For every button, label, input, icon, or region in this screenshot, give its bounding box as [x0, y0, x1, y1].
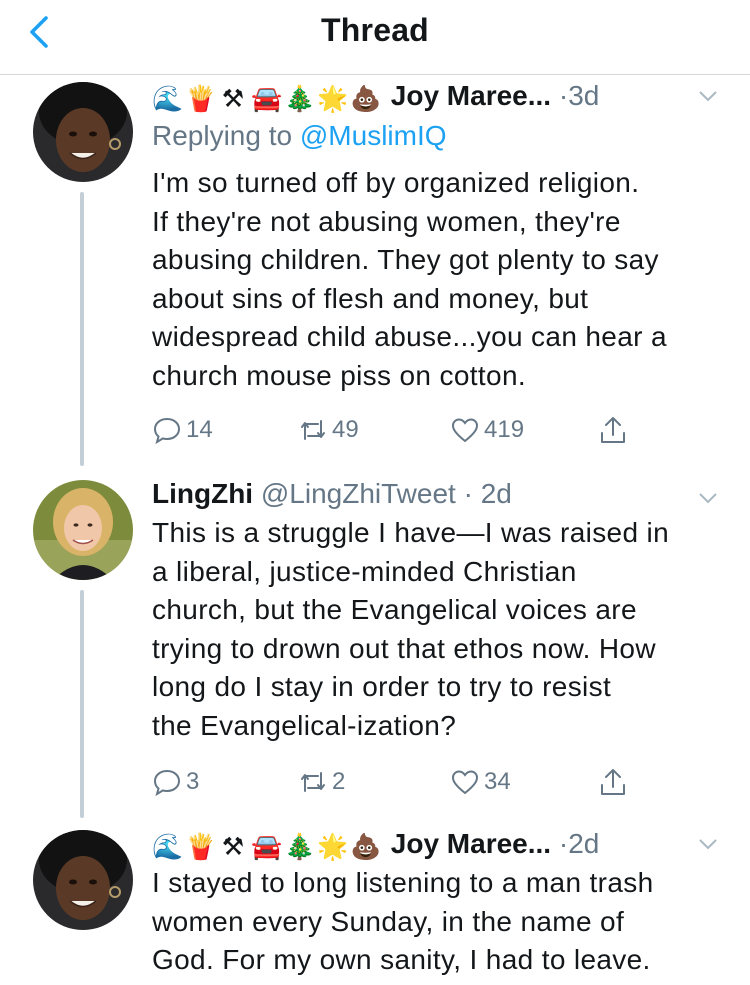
- replying-to-label: Replying to: [152, 120, 300, 151]
- display-name[interactable]: LingZhi: [152, 478, 253, 509]
- chevron-down-icon[interactable]: [696, 486, 720, 510]
- tweet-text: I'm so turned off by organized religion.…: [152, 167, 667, 391]
- christmas-tree-emoji-icon: 🎄: [284, 85, 316, 114]
- hammer-pick-emoji-icon: ⚒: [221, 85, 245, 114]
- retweet-count: 2: [332, 768, 346, 795]
- star-emoji-icon: 🌟: [317, 833, 349, 862]
- display-name[interactable]: Joy Maree...: [391, 80, 551, 111]
- retweet-count: 49: [332, 416, 359, 443]
- reply-icon: [153, 417, 181, 445]
- christmas-tree-emoji-icon: 🎄: [284, 833, 316, 862]
- reply-count: 3: [186, 768, 200, 795]
- fries-emoji-icon: 🍟: [185, 833, 217, 862]
- chevron-down-icon[interactable]: [696, 832, 720, 856]
- username[interactable]: @LingZhiTweet: [261, 478, 456, 509]
- tweet[interactable]: 🌊🍟 ⚒ 🚘🎄🌟💩 Joy Maree... ·3d Replying to @Mu…: [152, 78, 722, 458]
- page-title: Thread: [321, 12, 429, 48]
- avatar[interactable]: [33, 82, 133, 182]
- tweet-header: 🌊🍟 ⚒ 🚘🎄🌟💩 Joy Maree... ·2d: [152, 826, 722, 862]
- display-name-emojis: 🌊🍟 ⚒ 🚘🎄🌟💩: [152, 828, 383, 864]
- avatar[interactable]: [33, 830, 133, 930]
- reply-button[interactable]: 14: [152, 410, 213, 450]
- share-icon: [601, 769, 625, 795]
- car-emoji-icon: 🚘: [251, 833, 283, 862]
- wave-emoji-icon: 🌊: [152, 833, 184, 862]
- navigation-header: Thread: [0, 0, 750, 75]
- tweet-actions: 14 49 419: [152, 410, 652, 450]
- like-button[interactable]: 34: [450, 762, 511, 802]
- separator-dot: ·: [455, 478, 481, 509]
- thread-connector-line: [80, 590, 84, 818]
- reply-count: 14: [186, 416, 213, 443]
- chevron-down-icon[interactable]: [696, 84, 720, 108]
- hammer-pick-emoji-icon: ⚒: [221, 833, 245, 862]
- wave-emoji-icon: 🌊: [152, 85, 184, 114]
- reply-button[interactable]: 3: [152, 762, 199, 802]
- like-count: 419: [484, 416, 525, 443]
- thread-connector-line: [80, 192, 84, 466]
- retweet-icon: [301, 420, 325, 440]
- heart-icon: [451, 770, 479, 795]
- poop-emoji-icon: 💩: [350, 85, 382, 114]
- timestamp[interactable]: 3d: [568, 80, 599, 111]
- tweet[interactable]: LingZhi @LingZhiTweet · 2d This is a str…: [152, 476, 722, 816]
- tweet-text: I stayed to long listening to a man tras…: [152, 867, 654, 976]
- replying-to: Replying to @MuslimIQ: [152, 120, 447, 152]
- heart-icon: [451, 418, 479, 443]
- star-emoji-icon: 🌟: [317, 85, 349, 114]
- fries-emoji-icon: 🍟: [185, 85, 217, 114]
- share-icon: [601, 417, 625, 443]
- tweet-text: This is a struggle I have—I was raised i…: [152, 517, 670, 741]
- share-button[interactable]: [598, 762, 628, 802]
- reply-icon: [153, 769, 181, 797]
- car-emoji-icon: 🚘: [251, 85, 283, 114]
- display-name-emojis: 🌊🍟 ⚒ 🚘🎄🌟💩: [152, 80, 383, 116]
- separator-dot: ·: [558, 828, 569, 859]
- like-button[interactable]: 419: [450, 410, 524, 450]
- like-count: 34: [484, 768, 511, 795]
- avatar[interactable]: [33, 480, 133, 580]
- tweet[interactable]: 🌊🍟 ⚒ 🚘🎄🌟💩 Joy Maree... ·2d I stayed to lon…: [152, 826, 722, 985]
- replying-to-mention-link[interactable]: @MuslimIQ: [300, 120, 447, 151]
- retweet-button[interactable]: 2: [298, 762, 345, 802]
- tweet-header: 🌊🍟 ⚒ 🚘🎄🌟💩 Joy Maree... ·3d: [152, 78, 722, 114]
- share-button[interactable]: [598, 410, 628, 450]
- retweet-button[interactable]: 49: [298, 410, 359, 450]
- retweet-icon: [301, 772, 325, 792]
- timestamp[interactable]: 2d: [568, 828, 599, 859]
- separator-dot: ·: [558, 80, 569, 111]
- timestamp[interactable]: 2d: [481, 478, 512, 509]
- display-name[interactable]: Joy Maree...: [391, 828, 551, 859]
- poop-emoji-icon: 💩: [350, 833, 382, 862]
- tweet-header: LingZhi @LingZhiTweet · 2d: [152, 476, 722, 512]
- tweet-actions: 3 2 34: [152, 762, 652, 802]
